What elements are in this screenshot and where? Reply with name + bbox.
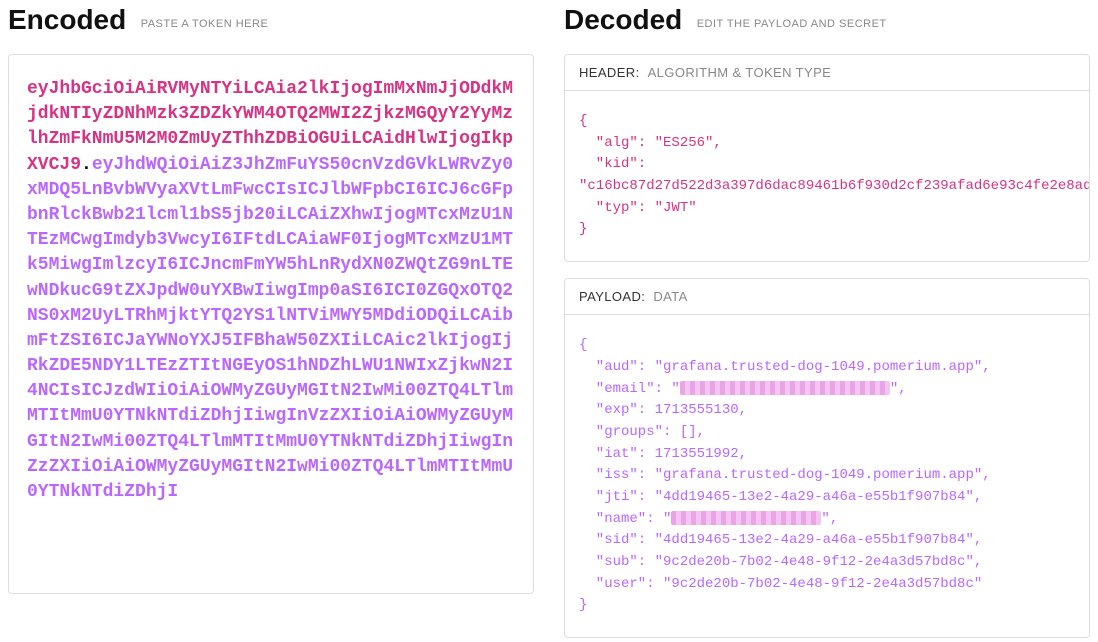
- encoded-title: Encoded: [8, 4, 126, 35]
- jwt-payload-segment: eyJhdWQiOiAiZ3JhZmFuYS50cnVzdGVkLWRvZy0x…: [27, 155, 513, 502]
- decoded-title: Decoded: [564, 4, 682, 35]
- redacted-email: [680, 381, 890, 395]
- redacted-name: [671, 511, 821, 525]
- jwt-dot: .: [81, 155, 92, 175]
- decoded-header-content[interactable]: { "alg": "ES256", "kid": "c16bc87d27d522…: [565, 91, 1089, 261]
- decoded-payload-label: PAYLOAD: DATA: [565, 279, 1089, 315]
- encoded-subtitle: PASTE A TOKEN HERE: [141, 18, 269, 30]
- decoded-header-label: HEADER: ALGORITHM & TOKEN TYPE: [565, 55, 1089, 91]
- decoded-payload-content[interactable]: { "aud": "grafana.trusted-dog-1049.pomer…: [565, 315, 1089, 637]
- decoded-subtitle: EDIT THE PAYLOAD AND SECRET: [697, 18, 887, 30]
- decoded-payload-box: PAYLOAD: DATA { "aud": "grafana.trusted-…: [564, 278, 1090, 638]
- encoded-textarea[interactable]: eyJhbGciOiAiRVMyNTYiLCAia2lkIjogImMxNmJj…: [8, 54, 534, 594]
- decoded-header-box: HEADER: ALGORITHM & TOKEN TYPE { "alg": …: [564, 54, 1090, 262]
- encoded-panel: Encoded PASTE A TOKEN HERE eyJhbGciOiAiR…: [8, 4, 534, 638]
- decoded-panel: Decoded EDIT THE PAYLOAD AND SECRET HEAD…: [564, 4, 1090, 638]
